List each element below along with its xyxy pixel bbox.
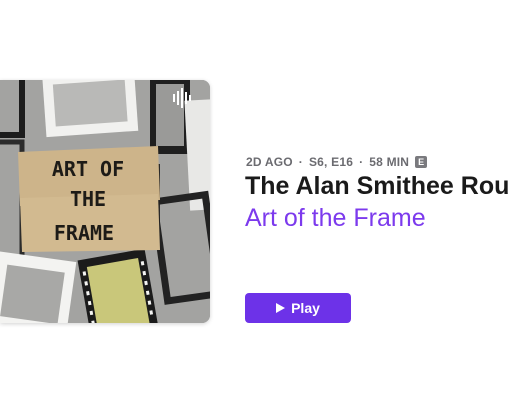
play-button[interactable]: Play xyxy=(245,293,351,323)
episode-meta: 2D AGO · S6, E16 · 58 MIN E xyxy=(246,155,428,169)
play-icon xyxy=(276,303,286,313)
explicit-badge: E xyxy=(415,156,428,168)
artwork-title-line-2: THE xyxy=(70,187,106,211)
artwork-illustration: ART OF THE FRAME xyxy=(0,80,210,323)
episode-age: 2D AGO xyxy=(246,155,293,169)
artwork-title-line-1: ART OF xyxy=(52,157,124,181)
episode-duration: 58 MIN xyxy=(369,155,410,169)
show-title[interactable]: The Alan Smithee Rou xyxy=(245,172,520,201)
play-button-label: Play xyxy=(291,300,320,316)
episode-title[interactable]: Art of the Frame xyxy=(245,204,426,233)
artwork-title-line-3: FRAME xyxy=(54,221,114,245)
meta-separator: · xyxy=(298,155,303,169)
episode-artwork: ART OF THE FRAME xyxy=(0,80,210,323)
season-episode: S6, E16 xyxy=(308,155,354,169)
meta-separator: · xyxy=(359,155,364,169)
